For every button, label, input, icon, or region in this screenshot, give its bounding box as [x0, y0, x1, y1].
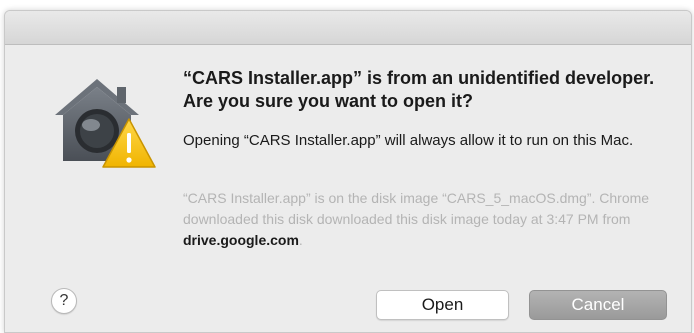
info-text-suffix: . [298, 232, 303, 248]
dialog-titlebar[interactable] [5, 11, 691, 45]
info-text-main: “CARS Installer.app” is on the disk imag… [183, 190, 650, 227]
cancel-button[interactable]: Cancel [529, 290, 667, 320]
dialog-info-text: “CARS Installer.app” is on the disk imag… [183, 188, 653, 251]
source-domain-text: drive.google.com [183, 232, 299, 248]
help-button[interactable]: ? [51, 288, 77, 314]
open-button[interactable]: Open [376, 290, 509, 320]
dialog-headline: “CARS Installer.app” is from an unidenti… [183, 68, 655, 111]
dialog-window: “CARS Installer.app” is from an unidenti… [4, 10, 692, 333]
gatekeeper-warning-icon [55, 79, 156, 168]
dialog-body-text: Opening “CARS Installer.app” will always… [183, 132, 634, 149]
